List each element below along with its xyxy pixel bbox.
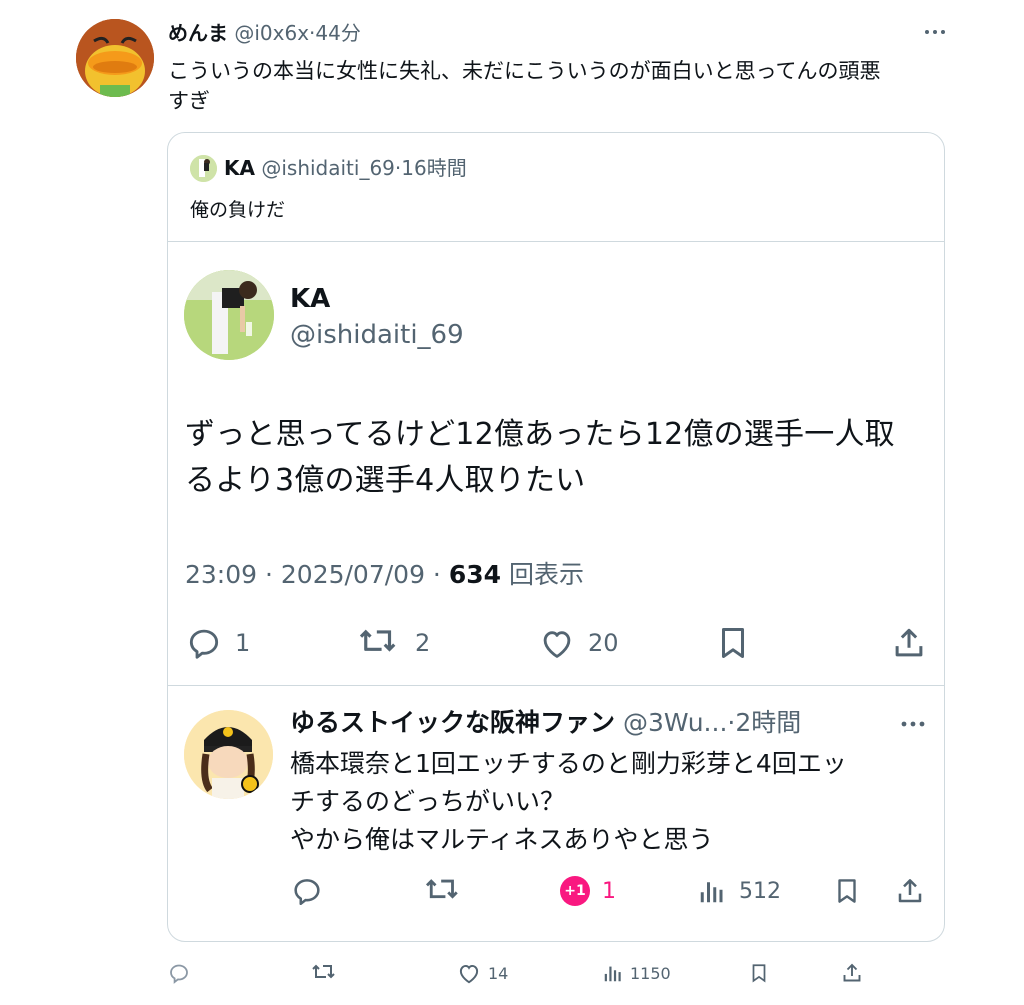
analytics-icon <box>700 882 723 903</box>
tweet-text-line: すぎ <box>168 89 210 113</box>
reply-text-line: チするのどっちがいい？ <box>290 787 566 816</box>
like-count: 1 <box>602 878 616 904</box>
share-icon <box>895 628 923 657</box>
bookmark-button[interactable] <box>832 873 862 909</box>
quote-author-handle[interactable]: @ishidaiti_69 <box>261 156 395 180</box>
reply-icon <box>170 964 188 984</box>
like-button[interactable]: 14 <box>456 960 508 986</box>
main-tweet-meta: 23:09 · 2025/07/09 · 634 回表示 <box>185 558 584 592</box>
reply-button[interactable]: 1 <box>185 624 250 662</box>
main-tweet-text-line: るより3億の選手4人取りたい <box>185 463 586 498</box>
quote-avatar[interactable] <box>190 155 217 182</box>
tigers-fan-avatar-icon <box>184 710 273 799</box>
reply-text-line: 橋本環奈と1回エッチするのと剛力彩芽と4回エッ <box>290 749 847 778</box>
main-author-name[interactable]: KA <box>290 282 330 316</box>
bookmark-icon <box>752 964 766 983</box>
like-button[interactable]: +1 1 <box>560 873 616 909</box>
timestamp[interactable]: 23:09 · 2025/07/09 · <box>185 560 449 589</box>
reply-icon <box>294 879 320 906</box>
reply-icon <box>189 629 219 659</box>
share-button[interactable] <box>840 960 864 986</box>
like-count: 20 <box>588 629 619 657</box>
reply-author-handle[interactable]: @3Wu... <box>623 708 727 737</box>
duck-avatar-icon <box>76 19 154 97</box>
reply-time[interactable]: 2時間 <box>735 708 801 737</box>
like-button[interactable]: 20 <box>538 624 619 662</box>
reply-text: 橋本環奈と1回エッチするのと剛力彩芽と4回エッ チするのどっちがいい？ やから俺… <box>290 745 930 859</box>
main-author-handle[interactable]: @ishidaiti_69 <box>290 318 464 352</box>
share-button[interactable] <box>894 873 926 909</box>
reply-count: 1 <box>235 629 251 657</box>
divider <box>168 685 944 686</box>
views-button[interactable]: 1150 <box>602 960 671 986</box>
reply-button[interactable] <box>167 960 197 986</box>
heart-icon <box>459 964 479 984</box>
retweet-icon <box>425 879 458 899</box>
more-options-icon[interactable] <box>922 20 948 44</box>
baseball-player-avatar-icon <box>184 270 274 360</box>
bookmark-icon <box>838 879 856 903</box>
divider <box>168 241 944 242</box>
retweet-icon <box>359 629 396 652</box>
views-count: 1150 <box>630 963 671 983</box>
views-label: 回表示 <box>508 560 584 589</box>
main-tweet-text-line: ずっと思ってるけど12億あったら12億の選手一人取 <box>185 417 895 452</box>
more-options-icon[interactable] <box>898 714 928 734</box>
retweet-button[interactable]: 2 <box>357 624 430 662</box>
quote-time[interactable]: 16時間 <box>401 156 466 180</box>
author-handle[interactable]: @i0x6x <box>234 21 309 45</box>
author-name[interactable]: めんま <box>168 21 228 45</box>
bookmark-icon <box>721 628 745 658</box>
bookmark-button[interactable] <box>714 624 752 662</box>
quote-text: 俺の負けだ <box>190 199 286 221</box>
avatar[interactable] <box>76 19 154 97</box>
analytics-icon <box>604 966 621 982</box>
views-button[interactable]: 512 <box>697 873 781 909</box>
share-button[interactable] <box>890 624 928 662</box>
main-tweet-text: ずっと思ってるけど12億あったら12億の選手一人取 るより3億の選手4人取りたい <box>185 412 940 504</box>
reply-author-name[interactable]: ゆるストイックな阪神ファン <box>290 708 615 737</box>
bookmark-button[interactable] <box>748 960 770 986</box>
tweet-text: こういうの本当に女性に失礼、未だにこういうのが面白いと思ってんの頭悪 すぎ <box>168 56 968 116</box>
liked-heart-icon: +1 <box>560 876 590 906</box>
like-badge-text: +1 <box>564 883 586 899</box>
like-count: 14 <box>488 963 509 983</box>
quote-header: KA @ishidaiti_69·16時間 <box>224 154 467 182</box>
reply-header: ゆるストイックな阪神ファン @3Wu...·2時間 <box>290 706 801 740</box>
views-count: 512 <box>739 878 781 904</box>
retweet-button[interactable] <box>424 873 464 909</box>
main-author-avatar[interactable] <box>184 270 274 360</box>
tweet-text-line: こういうの本当に女性に失礼、未だにこういうのが面白いと思ってんの頭悪 <box>168 59 881 83</box>
player-avatar-icon <box>190 155 217 182</box>
reply-button[interactable] <box>290 873 324 909</box>
tweet-time[interactable]: 44分 <box>315 21 360 45</box>
heart-icon <box>543 631 571 658</box>
retweet-count: 2 <box>415 629 431 657</box>
quote-author-name[interactable]: KA <box>224 156 255 180</box>
retweet-button[interactable] <box>311 960 345 986</box>
tweet-header: めんま @i0x6x·44分 <box>168 20 361 46</box>
retweet-icon <box>312 964 335 979</box>
reply-author-avatar[interactable] <box>184 710 273 799</box>
views-count: 634 <box>448 560 502 589</box>
reply-text-line: やから俺はマルティネスありやと思う <box>290 825 714 854</box>
share-icon <box>898 879 922 903</box>
share-icon <box>843 963 861 982</box>
